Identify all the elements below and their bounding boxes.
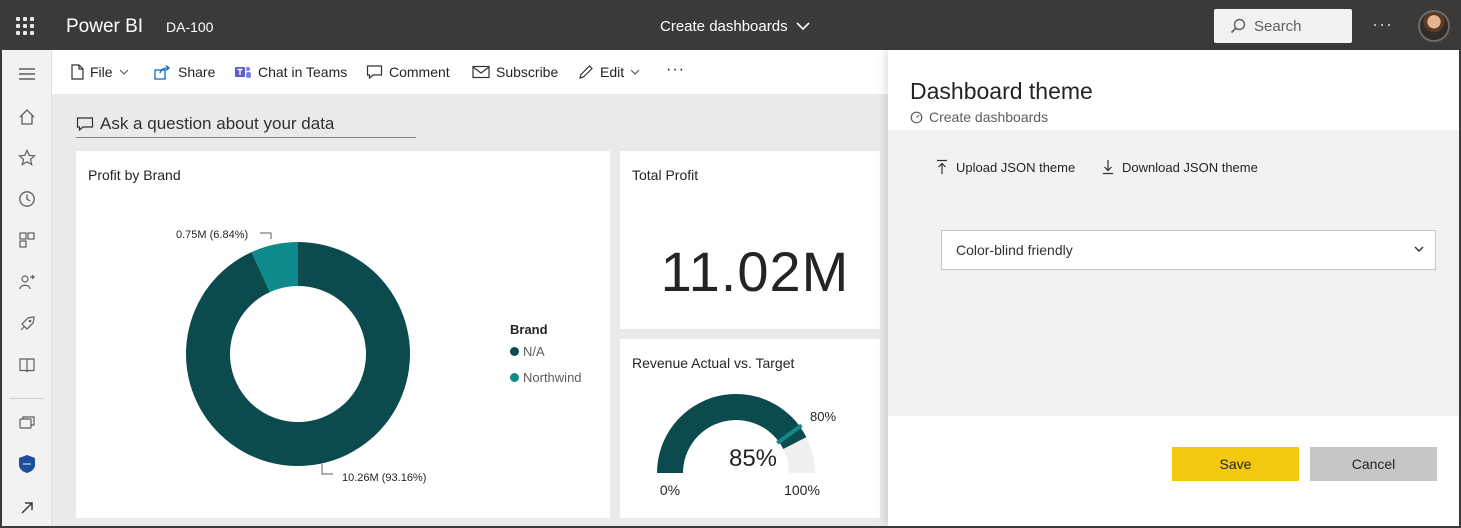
learn-icon[interactable] xyxy=(17,355,37,375)
app-name[interactable]: Power BI xyxy=(66,16,143,38)
chevron-down-icon xyxy=(1414,246,1424,252)
chevron-down-icon xyxy=(630,69,640,75)
tile-title: Total Profit xyxy=(632,167,699,183)
comment-label: Comment xyxy=(389,64,450,80)
left-nav xyxy=(2,50,52,526)
subscribe-button[interactable]: Subscribe xyxy=(472,64,558,80)
subscribe-label: Subscribe xyxy=(496,64,559,80)
panel-body: Upload JSON theme Download JSON theme Co… xyxy=(888,130,1459,416)
mail-icon xyxy=(472,65,490,79)
save-button[interactable]: Save xyxy=(1172,447,1299,481)
deployment-pipelines-icon[interactable] xyxy=(17,314,37,334)
favorites-icon[interactable] xyxy=(17,148,37,168)
file-icon xyxy=(71,64,84,80)
legend-marker xyxy=(510,347,519,356)
dashboard-theme-panel: Dashboard theme Create dashboards Upload… xyxy=(888,50,1459,526)
edit-menu[interactable]: Edit xyxy=(578,64,640,80)
more-actions-icon[interactable]: ··· xyxy=(666,61,685,79)
gauge-target-label: 80% xyxy=(810,409,836,424)
dashboard-canvas: File Share Chat in Teams Comment Subscri… xyxy=(52,50,888,526)
menu-icon[interactable] xyxy=(17,64,37,84)
share-label: Share xyxy=(178,64,216,80)
gauge-max-label: 100% xyxy=(784,482,820,498)
pencil-icon xyxy=(579,65,593,79)
qna-icon xyxy=(76,116,94,131)
data-label-na: 10.26M (93.16%) xyxy=(342,472,426,484)
legend-marker xyxy=(510,373,519,382)
panel-title: Dashboard theme xyxy=(910,78,1093,104)
theme-selected-value: Color-blind friendly xyxy=(956,242,1073,258)
gauge-value: 85% xyxy=(729,445,777,472)
upload-json-theme-button[interactable]: Upload JSON theme xyxy=(936,159,1075,175)
legend-title: Brand xyxy=(510,322,548,337)
apps-icon[interactable] xyxy=(17,230,37,250)
share-icon xyxy=(154,65,171,80)
dashboard-title-dropdown[interactable]: Create dashboards xyxy=(660,18,810,35)
shared-with-me-icon[interactable] xyxy=(17,272,37,292)
panel-subtitle-text: Create dashboards xyxy=(929,109,1049,125)
share-button[interactable]: Share xyxy=(154,64,215,80)
panel-subtitle: Create dashboards xyxy=(910,109,1048,125)
panel-header: Dashboard theme Create dashboards xyxy=(888,50,1459,130)
profit-by-brand-tile[interactable]: Profit by Brand 0.75M (6.84%) 10.26M (93… xyxy=(76,151,610,518)
kpi-value: 11.02M xyxy=(660,240,850,303)
chat-in-teams-label: Chat in Teams xyxy=(258,64,348,80)
upload-icon xyxy=(937,159,947,174)
avatar[interactable] xyxy=(1418,10,1450,42)
chevron-down-icon xyxy=(119,69,128,75)
comment-icon xyxy=(366,65,383,80)
donut-slice-n-a[interactable] xyxy=(186,242,410,467)
workspaces-icon[interactable] xyxy=(17,413,37,433)
download-icon xyxy=(1103,160,1113,175)
download-json-theme-button[interactable]: Download JSON theme xyxy=(1102,159,1258,175)
more-options-icon[interactable]: ··· xyxy=(1372,14,1393,35)
gauge-chart: 85% 0% 100% 80% xyxy=(657,394,836,498)
current-workspace-icon[interactable] xyxy=(17,454,37,474)
legend-item-na[interactable]: N/A xyxy=(510,344,545,359)
qna-placeholder: Ask a question about your data xyxy=(100,113,335,133)
search-placeholder: Search xyxy=(1254,17,1302,35)
chat-in-teams-button[interactable]: Chat in Teams xyxy=(234,64,347,80)
recent-icon[interactable] xyxy=(17,189,37,209)
upload-label: Upload JSON theme xyxy=(956,159,1076,175)
file-label: File xyxy=(90,64,113,80)
comment-button[interactable]: Comment xyxy=(366,64,450,80)
revenue-gauge-tile[interactable]: Revenue Actual vs. Target 85% 0% 100% 80… xyxy=(620,339,880,518)
dashboard-title: Create dashboards xyxy=(660,18,788,35)
search-input[interactable]: Search xyxy=(1214,9,1352,43)
expand-icon[interactable] xyxy=(17,498,37,518)
workspace-name[interactable]: DA-100 xyxy=(166,19,213,35)
gauge-min-label: 0% xyxy=(660,482,680,498)
action-bar: File Share Chat in Teams Comment Subscri… xyxy=(52,50,888,94)
legend-label: Northwind xyxy=(523,370,582,385)
home-icon[interactable] xyxy=(17,107,37,127)
leader-line xyxy=(260,232,272,239)
chevron-down-icon xyxy=(796,22,810,31)
nav-divider xyxy=(10,398,44,399)
edit-label: Edit xyxy=(600,64,625,80)
search-icon xyxy=(1230,18,1246,34)
total-profit-tile[interactable]: Total Profit 11.02M xyxy=(620,151,880,329)
app-frame: Power BI DA-100 Create dashboards Search… xyxy=(2,2,1459,526)
download-label: Download JSON theme xyxy=(1122,159,1258,175)
legend-item-northwind[interactable]: Northwind xyxy=(510,370,582,385)
data-label-northwind: 0.75M (6.84%) xyxy=(176,229,248,241)
cancel-button[interactable]: Cancel xyxy=(1310,447,1437,481)
dashboard-icon xyxy=(910,111,923,123)
theme-dropdown[interactable]: Color-blind friendly xyxy=(941,230,1436,270)
file-menu[interactable]: File xyxy=(70,64,129,80)
app-launcher-icon[interactable] xyxy=(16,17,34,35)
qna-input[interactable]: Ask a question about your data xyxy=(76,110,416,138)
top-bar: Power BI DA-100 Create dashboards Search… xyxy=(2,2,1459,50)
legend-label: N/A xyxy=(523,344,545,359)
teams-icon xyxy=(235,66,251,78)
leader-line xyxy=(321,464,333,475)
